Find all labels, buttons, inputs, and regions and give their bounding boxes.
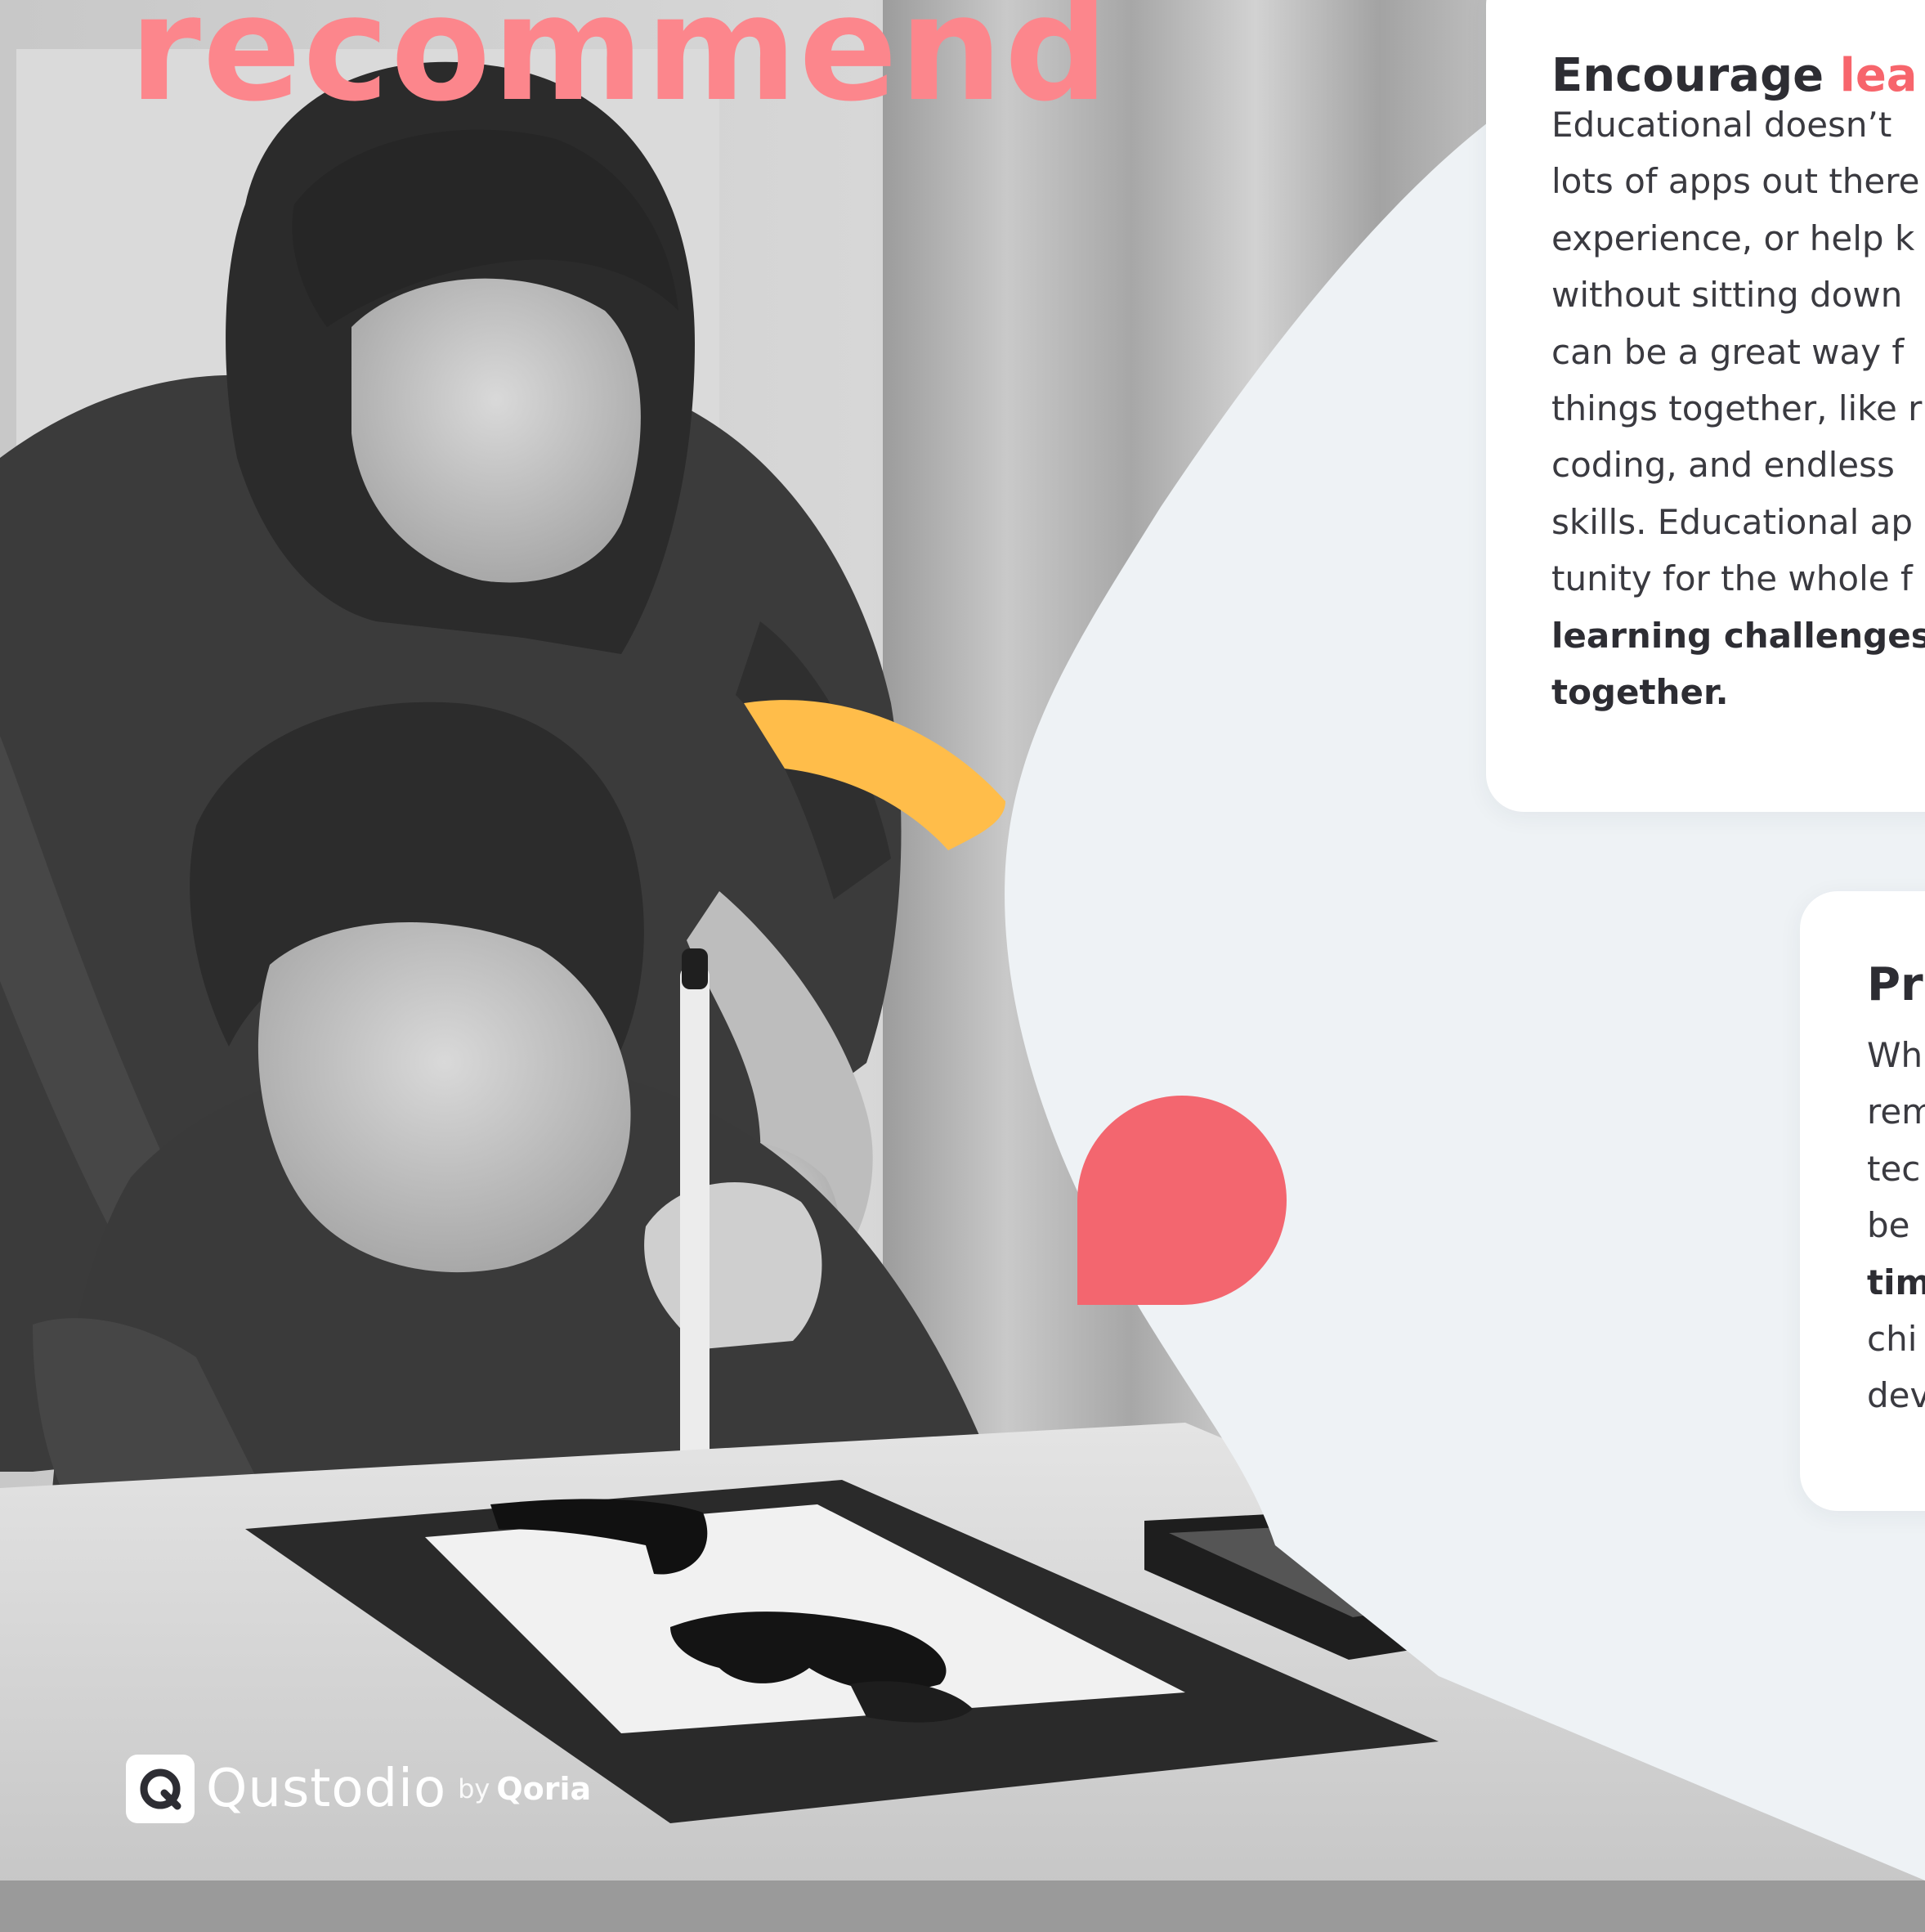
card-prioritize: Pri Wh rem tec be tim chi dev xyxy=(1800,891,1925,1511)
body-line: be xyxy=(1867,1205,1910,1246)
card-title-plain: Encourage xyxy=(1551,49,1840,102)
brand-logo: Qustodio by Qoria xyxy=(126,1755,591,1823)
body-line: dev xyxy=(1867,1375,1925,1416)
body-line: can be a great way f xyxy=(1551,331,1905,372)
body-line: Wh xyxy=(1867,1035,1923,1075)
body-line: lots of apps out there xyxy=(1551,161,1920,202)
body-line: tunity for the whole f xyxy=(1551,558,1913,599)
body-line: rem xyxy=(1867,1092,1925,1132)
body-line-bold: learning challenges xyxy=(1551,615,1925,656)
body-line: things together, like r xyxy=(1551,388,1923,429)
body-line-bold: tim xyxy=(1867,1262,1925,1302)
card-title: Pri xyxy=(1867,958,1925,1011)
body-line: Educational doesn’t xyxy=(1551,105,1892,145)
card-encourage-learning: Encourage lea Educational doesn’t lots o… xyxy=(1486,0,1925,812)
card-body: Wh rem tec be tim chi dev xyxy=(1867,1027,1925,1424)
body-line-bold: together. xyxy=(1551,672,1729,713)
body-line: skills. Educational ap xyxy=(1551,501,1914,542)
brand-name: Qustodio xyxy=(206,1759,447,1819)
body-line: tec xyxy=(1867,1148,1921,1189)
body-line: coding, and endless xyxy=(1551,445,1895,486)
brand-by: by xyxy=(458,1773,490,1804)
page: recommend Encourage lea Educational does… xyxy=(0,0,1925,1932)
body-line: without sitting down xyxy=(1551,275,1903,316)
decor-coral-leaf xyxy=(1077,1096,1287,1305)
qustodio-logo-icon xyxy=(126,1755,195,1823)
body-line: chi xyxy=(1867,1319,1918,1360)
card-body: Educational doesn’t lots of apps out the… xyxy=(1551,96,1925,720)
body-line: experience, or help k xyxy=(1551,217,1915,258)
decor-yellow-arc xyxy=(744,700,1005,850)
headline-word: recommend xyxy=(129,0,1111,133)
card-title-accent: lea xyxy=(1839,49,1918,102)
brand-parent: Qoria xyxy=(496,1771,592,1807)
